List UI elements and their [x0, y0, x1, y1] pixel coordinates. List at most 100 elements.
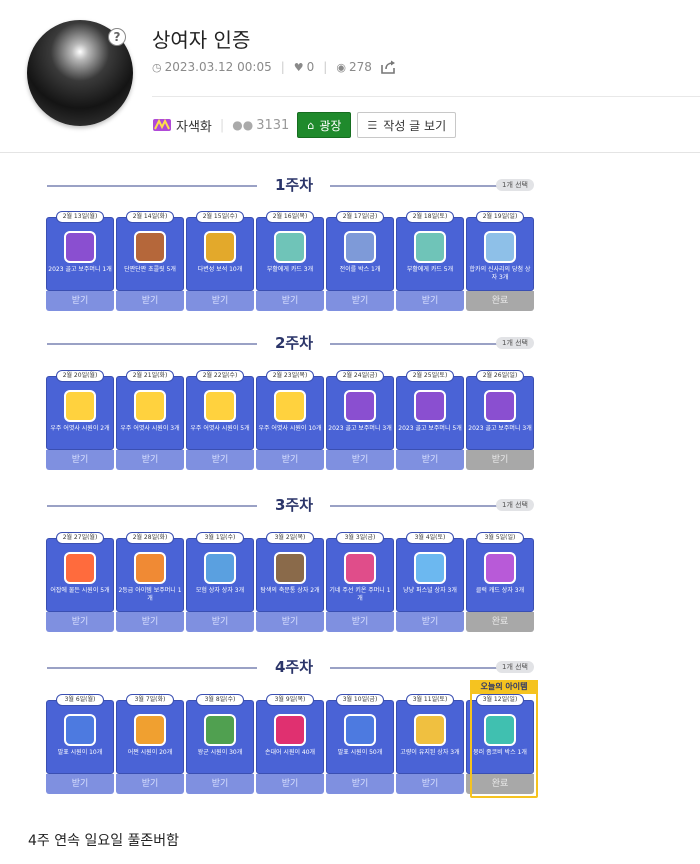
pouch-icon	[344, 390, 376, 422]
claim-button[interactable]: 받기	[116, 612, 184, 632]
claim-button[interactable]: 받기	[326, 774, 394, 794]
claim-button[interactable]: 완료	[466, 612, 534, 632]
claim-button[interactable]: 받기	[326, 291, 394, 311]
claim-button[interactable]: 받기	[326, 450, 394, 470]
share-icon[interactable]	[380, 60, 396, 74]
author-name[interactable]: 자색화	[176, 116, 212, 135]
claim-button[interactable]: 받기	[396, 450, 464, 470]
week-pick-badge: 1개 선택	[496, 499, 534, 511]
reward-date: 2월 27일(월)	[56, 532, 104, 544]
author-bar: 자색화 | ●● 3131 ⌂ 광장 ☰ 작성 글 보기	[152, 112, 457, 138]
claim-button[interactable]: 받기	[186, 291, 254, 311]
heart-icon[interactable]: ♥	[294, 61, 304, 74]
members-icon: ●●	[232, 118, 254, 132]
reward-card: 3월 7일(화) 어쩐 시원이 20개받기	[116, 694, 184, 794]
reward-date: 2월 25일(토)	[406, 370, 454, 382]
reward-card: 2월 24일(금) 2023 골고 보주머니 3개 받기	[326, 370, 394, 470]
reward-card: 3월 6일(월) 말표 시원이 10개 받기	[46, 694, 114, 794]
reward-date: 2월 20일(월)	[56, 370, 104, 382]
pouch-icon	[484, 390, 516, 422]
reward-item-name: 고량이 유지된 상자 3개	[400, 749, 460, 756]
ticket-icon	[274, 231, 306, 263]
claim-button[interactable]: 받기	[466, 450, 534, 470]
chest-icon	[414, 552, 446, 584]
reward-item-name: 2023 골고 보주머니 3개	[328, 425, 392, 432]
reward-card: 2월 18일(토) 부활에게 카드 5개 받기	[396, 211, 464, 311]
meta-divider: |	[280, 60, 285, 74]
claim-button[interactable]: 받기	[186, 774, 254, 794]
claim-button[interactable]: 받기	[186, 612, 254, 632]
reward-item-name: 어쩐 시원이 20개	[127, 749, 173, 756]
help-icon[interactable]: ?	[108, 28, 126, 46]
reward-item-name: 클럭 캐드 상자 3개	[475, 587, 525, 594]
reward-date: 3월 9일(목)	[266, 694, 314, 706]
meta-divider: |	[323, 60, 328, 74]
chest-icon	[204, 552, 236, 584]
author-divider: |	[219, 117, 225, 133]
claim-button[interactable]: 받기	[256, 450, 324, 470]
reward-date: 3월 7일(화)	[126, 694, 174, 706]
reward-date: 2월 22일(수)	[196, 370, 244, 382]
reward-card: 2월 23일(목) 우주 어엿사 시원이 10개받기	[256, 370, 324, 470]
reward-card: 2월 28일(화) 2등급 아이템 보주머니 1개 받기	[116, 532, 184, 632]
reward-item-name: 손대어 시원이 40개	[264, 749, 316, 756]
gem-icon	[204, 231, 236, 263]
claim-button[interactable]: 받기	[116, 774, 184, 794]
reward-date: 2월 16일(목)	[266, 211, 314, 223]
fish-icon	[204, 390, 236, 422]
clock-icon: ◷	[152, 60, 162, 74]
claim-button[interactable]: 받기	[46, 450, 114, 470]
reward-item-name: 모험 상자 상자 3개	[195, 587, 245, 594]
reward-item-name: 우주 어엿사 시원이 3개	[120, 425, 180, 432]
week-section: 1주차 1개 선택 2월 13일(월) 2023 골고 보주머니 1개 받기 2월 14일…	[40, 165, 540, 315]
claim-button[interactable]: 받기	[46, 612, 114, 632]
reward-card: 2월 22일(수) 우주 어엿사 시원이 5개 받기	[186, 370, 254, 470]
view-posts-button[interactable]: ☰ 작성 글 보기	[357, 112, 457, 138]
claim-button[interactable]: 받기	[46, 291, 114, 311]
reward-card: 3월 5일(일) 클럭 캐드 상자 3개 완료	[466, 532, 534, 632]
week-title: 2주차	[274, 334, 314, 352]
claim-button[interactable]: 받기	[396, 612, 464, 632]
claim-button[interactable]: 완료	[466, 291, 534, 311]
claim-button[interactable]: 받기	[46, 774, 114, 794]
reward-card: 3월 11일(토) 고량이 유지된 상자 3개 받기	[396, 694, 464, 794]
claim-button[interactable]: 받기	[186, 450, 254, 470]
fish-icon	[134, 714, 166, 746]
reward-card: 3월 1일(수) 모험 상자 상자 3개 받기	[186, 532, 254, 632]
fish-icon	[274, 714, 306, 746]
claim-button[interactable]: 받기	[116, 450, 184, 470]
like-count: 0	[306, 60, 315, 74]
ticket-icon	[414, 231, 446, 263]
post-header: ? 상여자 인증 ◷ 2023.03.12 00:05 | ♥ 0 | ◉ 27…	[0, 0, 700, 153]
reward-date: 2월 15일(수)	[196, 211, 244, 223]
claim-button[interactable]: 받기	[256, 291, 324, 311]
claim-button[interactable]: 받기	[116, 291, 184, 311]
reward-item-name: 합카의 신사리의 당첨 상자 3개	[469, 266, 531, 281]
reward-item-name: 2023 골고 보주머니 5개	[398, 425, 462, 432]
reward-card: 2월 25일(토) 2023 골고 보주머니 5개받기	[396, 370, 464, 470]
claim-button[interactable]: 받기	[326, 612, 394, 632]
list-icon: ☰	[367, 118, 378, 132]
view-posts-button-label: 작성 글 보기	[383, 118, 447, 133]
plaza-button[interactable]: ⌂ 광장	[297, 112, 352, 138]
reward-item-name: 우주 어엿사 시원이 10개	[258, 425, 322, 432]
week-cards: 3월 6일(월) 말표 시원이 10개 받기 3월 7일(화) 어쩐 시원이 20개 받기…	[46, 680, 538, 798]
claim-button[interactable]: 받기	[396, 291, 464, 311]
home-icon: ⌂	[307, 118, 315, 132]
reward-card: 2월 27일(월) 어잡에 물든 시원이 5개 받기	[46, 532, 114, 632]
chest-icon	[484, 552, 516, 584]
reward-card: 2월 20일(월) 우주 어엿사 시원이 2개 받기	[46, 370, 114, 470]
claim-button[interactable]: 받기	[256, 774, 324, 794]
claim-button[interactable]: 받기	[256, 612, 324, 632]
reward-item-name: 말표 시원이 10개	[57, 749, 103, 756]
view-count: 278	[348, 60, 372, 74]
member-count: 3131	[256, 117, 290, 133]
week-header: 1주차 1개 선택	[40, 173, 540, 197]
reward-card: 2월 19일(일) 합카의 신사리의 당첨 상자 3개 완료	[466, 211, 534, 311]
reward-item-name: 다변성 보석 10개	[197, 266, 243, 273]
claim-button[interactable]: 받기	[396, 774, 464, 794]
week-line	[47, 667, 257, 669]
reward-card: 3월 2일(목) 탐색의 축문통 상자 2개 받기	[256, 532, 324, 632]
reward-date: 2월 23일(목)	[266, 370, 314, 382]
reward-item-name: 부활에게 카드 5개	[406, 266, 454, 273]
